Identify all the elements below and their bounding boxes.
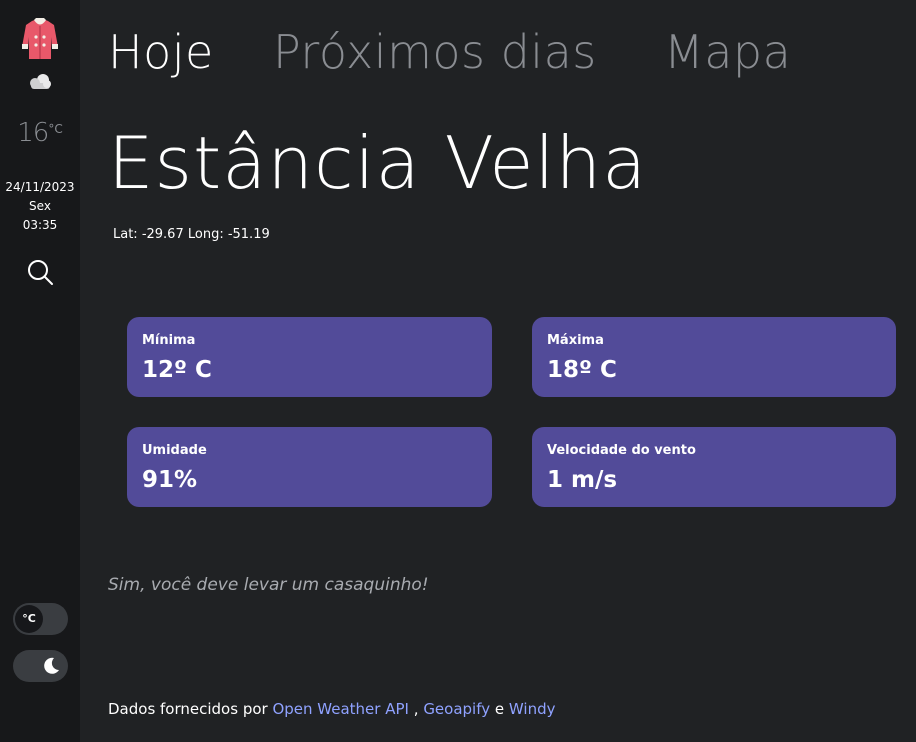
- city-name: Estância Velha: [108, 121, 648, 205]
- card-value: 91%: [142, 467, 198, 493]
- unit-toggle[interactable]: °C: [13, 603, 68, 635]
- card-value: 1 m/s: [547, 467, 618, 493]
- card-label: Máxima: [547, 333, 604, 348]
- open-weather-link[interactable]: Open Weather API: [272, 700, 409, 718]
- coordinates: Lat: -29.67 Long: -51.19: [113, 227, 270, 242]
- max-temperature-card: Máxima 18º C: [532, 317, 896, 397]
- moon-icon: [44, 657, 59, 674]
- card-value: 12º C: [142, 357, 212, 383]
- card-label: Umidade: [142, 443, 207, 458]
- temperature-value: 16: [17, 118, 49, 148]
- date-time: 24/11/2023 Sex 03:35: [0, 178, 80, 235]
- current-weekday: Sex: [29, 199, 51, 213]
- card-value: 18º C: [547, 357, 617, 383]
- tab-next-days[interactable]: Próximos dias: [273, 22, 597, 82]
- jacket-icon: [22, 18, 58, 59]
- card-label: Velocidade do vento: [547, 443, 696, 458]
- footer-credits: Dados fornecidos por Open Weather API , …: [108, 700, 556, 718]
- footer-separator: ,: [413, 700, 419, 718]
- search-icon[interactable]: [26, 258, 54, 286]
- current-time: 03:35: [22, 218, 58, 232]
- sidebar: 16°C 24/11/2023 Sex 03:35 °C: [0, 0, 80, 742]
- theme-toggle[interactable]: [13, 650, 68, 682]
- unit-toggle-label: °C: [15, 605, 43, 633]
- current-date: 24/11/2023: [5, 180, 75, 194]
- windy-link[interactable]: Windy: [509, 700, 556, 718]
- temperature-unit: °C: [48, 122, 63, 136]
- footer-conjunction: e: [494, 700, 505, 718]
- humidity-card: Umidade 91%: [127, 427, 492, 507]
- advice-text: Sim, você deve levar um casaquinho!: [108, 575, 429, 595]
- geoapify-link[interactable]: Geoapify: [423, 700, 490, 718]
- min-temperature-card: Mínima 12º C: [127, 317, 492, 397]
- current-temperature: 16°C: [0, 118, 80, 148]
- wind-speed-card: Velocidade do vento 1 m/s: [532, 427, 896, 507]
- cloud-icon: [30, 74, 51, 89]
- tab-map[interactable]: Mapa: [664, 22, 791, 82]
- card-label: Mínima: [142, 333, 196, 348]
- footer-prefix: Dados fornecidos por: [108, 700, 268, 718]
- tab-today[interactable]: Hoje: [108, 22, 214, 82]
